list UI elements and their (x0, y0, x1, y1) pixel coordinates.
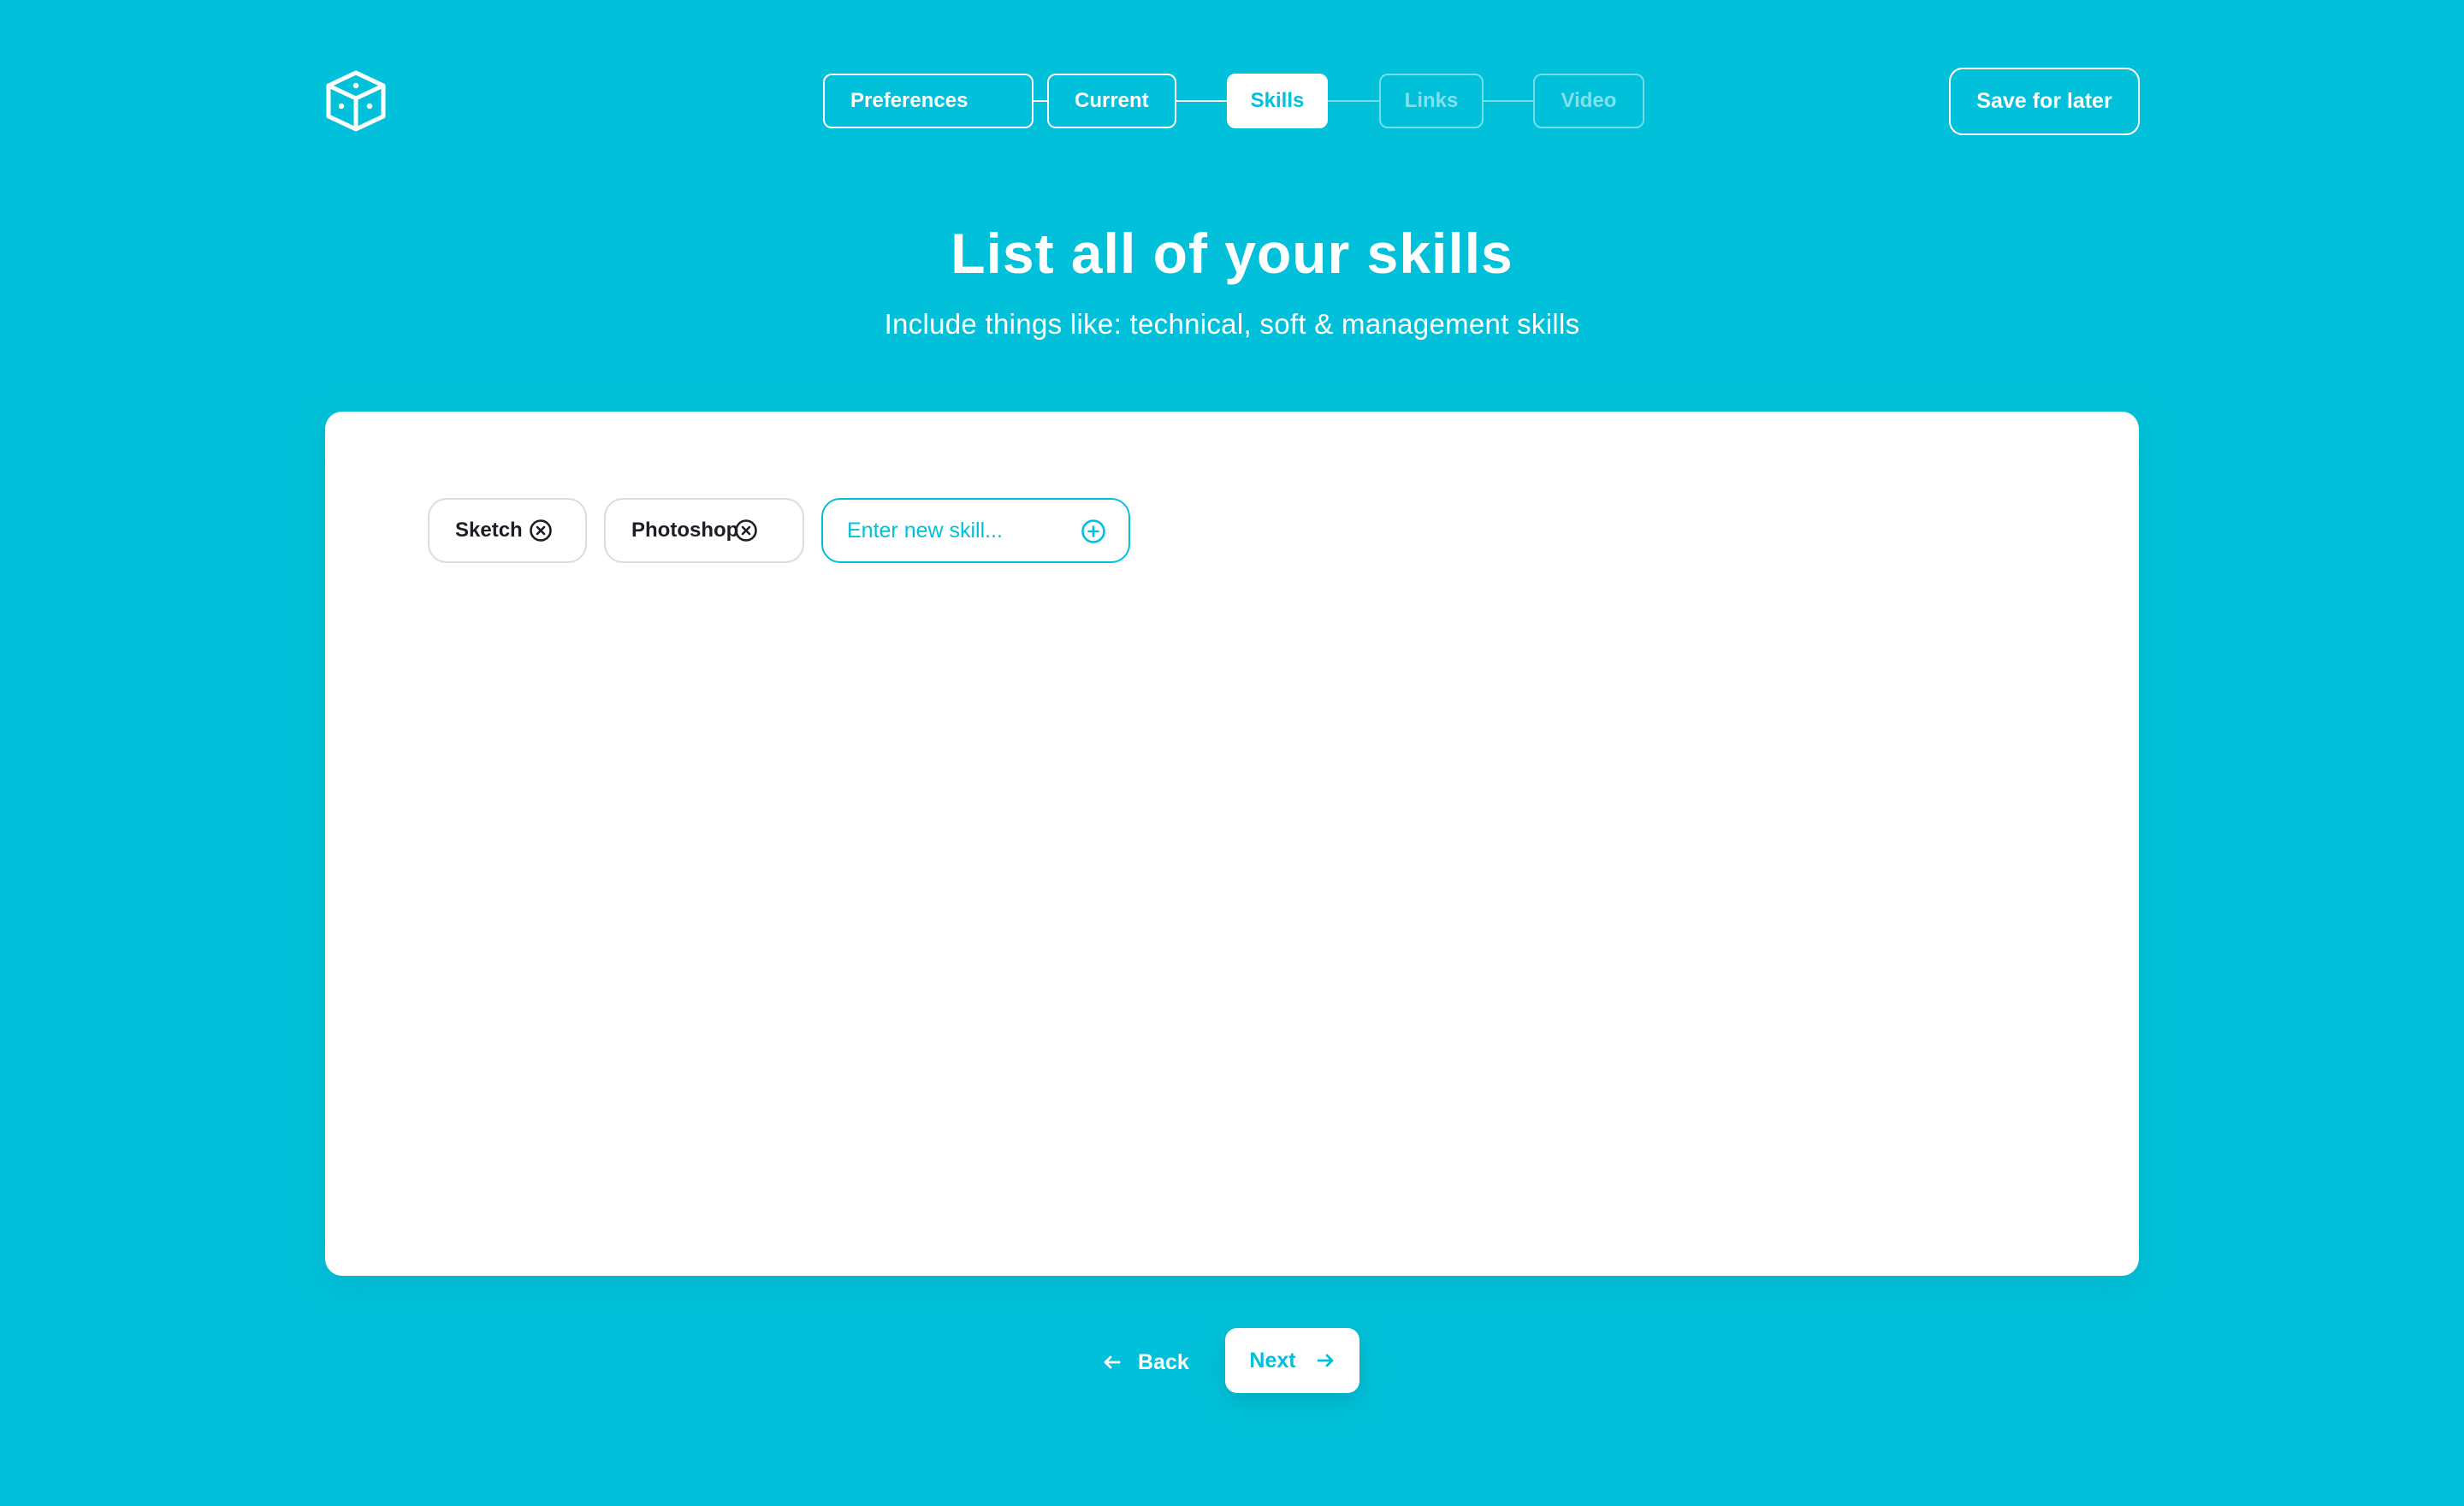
skill-chip-label: Photoshop (631, 519, 739, 542)
step-connector (1484, 99, 1533, 103)
skill-chip-sketch: Sketch (428, 498, 587, 563)
skills-card: Sketch Photoshop (325, 412, 2139, 1276)
step-skills[interactable]: Skills (1227, 74, 1328, 128)
page-title: List all of your skills (951, 222, 1513, 285)
step-connector (1034, 99, 1047, 103)
cube-icon[interactable] (323, 68, 388, 133)
page: Preferences Current Skills Links Video S… (0, 0, 2464, 1506)
new-skill-input[interactable] (847, 500, 1069, 561)
step-label: Links (1404, 89, 1459, 112)
step-label: Video (1561, 89, 1617, 112)
plus-circle-icon[interactable] (1081, 519, 1106, 544)
close-circle-icon[interactable] (734, 519, 758, 543)
step-links[interactable]: Links (1379, 74, 1484, 128)
save-for-later-button[interactable]: Save for later (1949, 68, 2140, 135)
back-label: Back (1138, 1349, 1189, 1374)
skill-chip-photoshop: Photoshop (604, 498, 804, 563)
new-skill-field (821, 498, 1130, 563)
step-label: Current (1075, 89, 1149, 112)
back-button[interactable]: Back (1102, 1340, 1189, 1384)
skill-chip-label: Sketch (455, 519, 523, 542)
close-circle-icon[interactable] (529, 519, 553, 543)
step-connector (1176, 99, 1227, 103)
arrow-left-icon (1102, 1352, 1122, 1373)
arrow-right-icon (1315, 1350, 1336, 1371)
page-subtitle: Include things like: technical, soft & m… (884, 308, 1580, 340)
step-label: Preferences (850, 89, 968, 112)
step-label: Skills (1250, 89, 1305, 112)
progress-stepper: Preferences Current Skills Links Video (823, 74, 1644, 128)
step-preferences[interactable]: Preferences (823, 74, 1034, 128)
next-button[interactable]: Next (1225, 1328, 1359, 1393)
step-connector (1328, 99, 1379, 103)
step-current[interactable]: Current (1047, 74, 1176, 128)
step-video[interactable]: Video (1533, 74, 1644, 128)
next-label: Next (1249, 1348, 1296, 1373)
